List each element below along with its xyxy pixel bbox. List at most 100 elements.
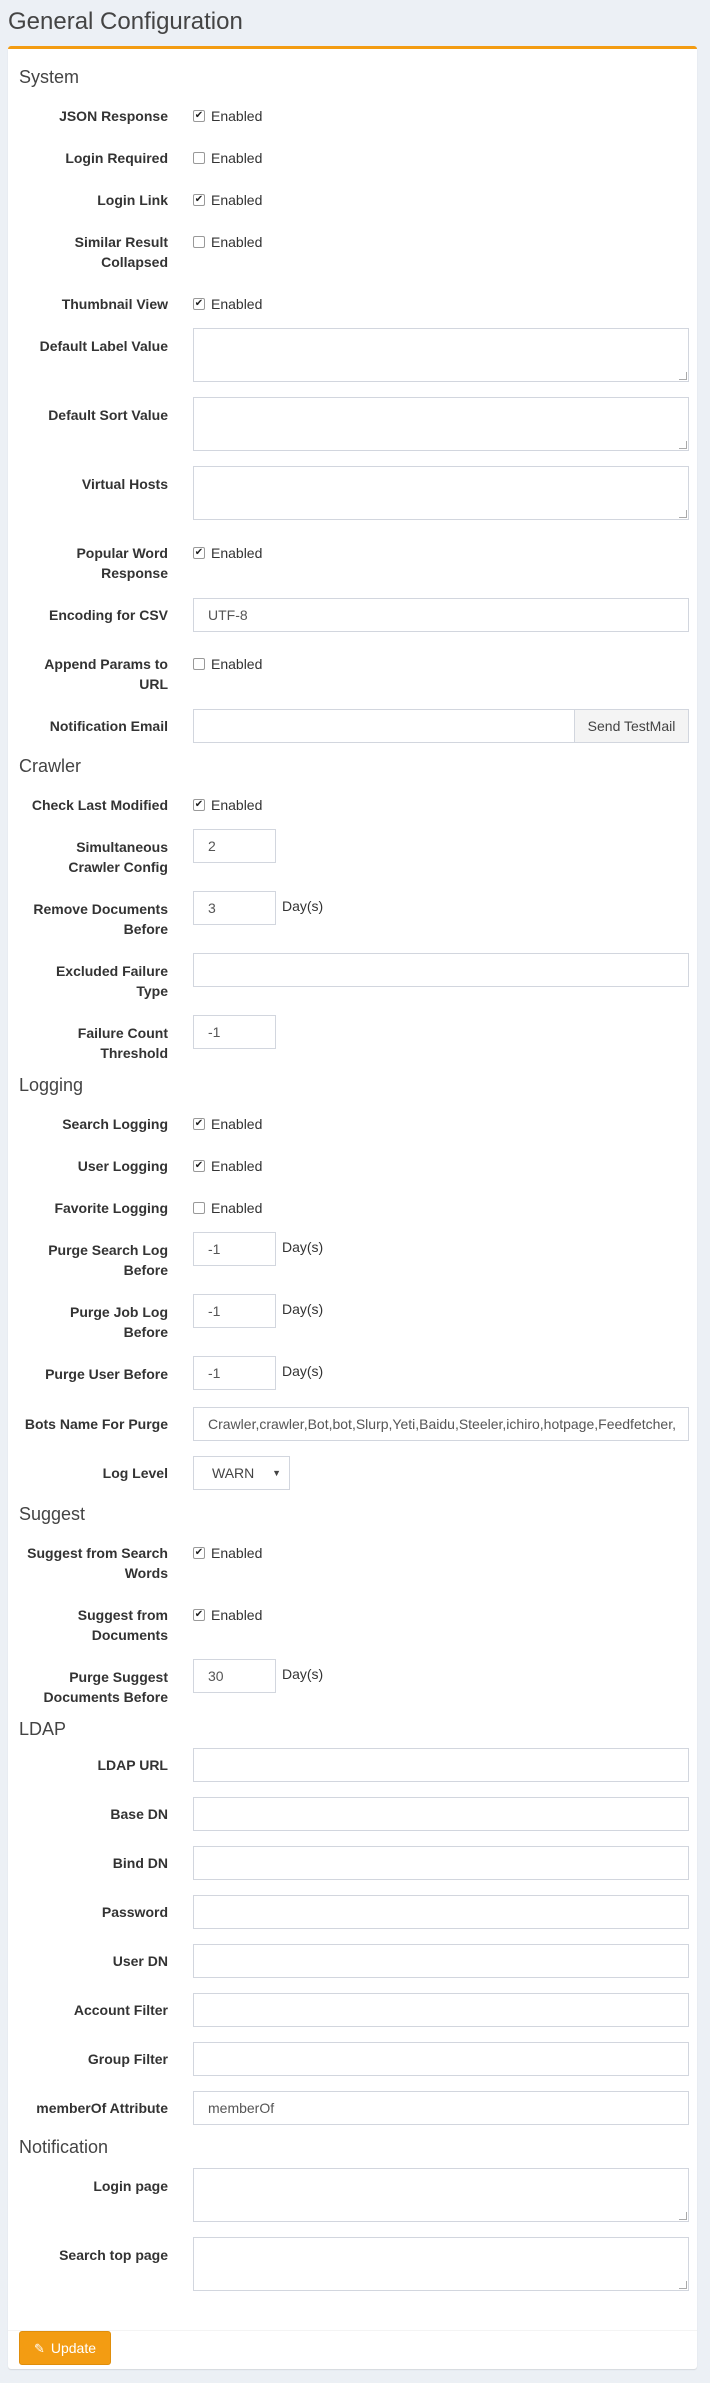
similar-result-checkbox[interactable]: [193, 236, 205, 249]
search-top-page-label: Search top page: [59, 2247, 168, 2263]
base-dn-input[interactable]: [193, 1797, 689, 1831]
thumbnail-view-control[interactable]: ✔ Enabled: [193, 294, 262, 314]
suggest-search-words-text: Enabled: [211, 1545, 263, 1561]
favorite-logging-label: Favorite Logging: [54, 1200, 168, 1216]
search-logging-text: Enabled: [211, 1116, 263, 1132]
encoding-csv-input[interactable]: UTF-8: [193, 598, 689, 632]
append-params-label-line1: Append Params to: [44, 656, 168, 672]
user-logging-label: User Logging: [77, 1158, 168, 1174]
pencil-icon: ✎: [33, 2341, 45, 2356]
update-button-label: Update: [50, 2340, 97, 2356]
remove-documents-input[interactable]: 3: [193, 891, 276, 925]
excluded-failure-input[interactable]: [193, 953, 689, 987]
log-level-select[interactable]: WARN ▼: [193, 1456, 290, 1490]
virtual-hosts-textarea[interactable]: [193, 466, 689, 520]
login-link-text: Enabled: [211, 192, 263, 208]
append-params-text: Enabled: [211, 656, 263, 672]
login-page-textarea[interactable]: [193, 2168, 689, 2222]
suggest-documents-text: Enabled: [211, 1607, 263, 1623]
simultaneous-config-input[interactable]: 2: [193, 829, 276, 863]
simultaneous-config-label-line1: Simultaneous: [76, 839, 168, 855]
user-logging-text: Enabled: [211, 1158, 263, 1174]
ldap-url-input[interactable]: [193, 1748, 689, 1782]
login-required-checkbox[interactable]: [193, 152, 205, 165]
json-response-text: Enabled: [211, 108, 263, 124]
login-required-control[interactable]: Enabled: [193, 148, 262, 168]
failure-count-input[interactable]: -1: [193, 1015, 276, 1049]
resize-grip-icon[interactable]: [679, 2212, 687, 2220]
group-filter-input[interactable]: [193, 2042, 689, 2076]
purge-suggest-input[interactable]: 30: [193, 1659, 276, 1693]
default-label-label: Default Label Value: [39, 338, 168, 354]
bind-dn-label: Bind DN: [112, 1855, 168, 1871]
login-link-label: Login Link: [97, 192, 168, 208]
member-of-label: memberOf Attribute: [36, 2100, 168, 2116]
json-response-checkbox[interactable]: ✔: [193, 110, 205, 123]
suggest-search-words-checkbox[interactable]: ✔: [193, 1547, 205, 1560]
login-page-label: Login page: [93, 2178, 168, 2194]
suggest-documents-label-line2: Documents: [91, 1627, 168, 1643]
resize-grip-icon[interactable]: [679, 372, 687, 380]
send-testmail-button[interactable]: Send TestMail: [574, 709, 689, 743]
bots-name-input[interactable]: Crawler,crawler,Bot,bot,Slurp,Yeti,Baidu…: [193, 1407, 689, 1441]
update-button[interactable]: ✎ Update: [19, 2331, 111, 2365]
password-input[interactable]: [193, 1895, 689, 1929]
section-title-ldap: LDAP: [19, 1719, 67, 1739]
login-link-checkbox[interactable]: ✔: [193, 194, 205, 207]
check-last-modified-checkbox[interactable]: ✔: [193, 799, 205, 812]
default-sort-textarea[interactable]: [193, 397, 689, 451]
purge-search-log-label-line1: Purge Search Log: [48, 1242, 168, 1258]
search-logging-control[interactable]: ✔ Enabled: [193, 1114, 262, 1134]
suggest-search-words-label: Suggest from Search Words: [8, 1543, 168, 1583]
favorite-logging-checkbox[interactable]: [193, 1202, 205, 1215]
suggest-documents-checkbox[interactable]: ✔: [193, 1609, 205, 1622]
popular-word-label-line2: Response: [101, 565, 168, 581]
append-params-control[interactable]: Enabled: [193, 654, 262, 674]
login-link-control[interactable]: ✔ Enabled: [193, 190, 262, 210]
resize-grip-icon[interactable]: [679, 441, 687, 449]
purge-search-log-input[interactable]: -1: [193, 1232, 276, 1266]
thumbnail-view-label: Thumbnail View: [61, 296, 168, 312]
purge-user-input[interactable]: -1: [193, 1356, 276, 1390]
login-required-text: Enabled: [211, 150, 263, 166]
section-title-suggest: Suggest: [19, 1504, 86, 1524]
append-params-label-line2: URL: [139, 676, 168, 692]
popular-word-checkbox[interactable]: ✔: [193, 547, 205, 560]
default-label-textarea[interactable]: [193, 328, 689, 382]
favorite-logging-control[interactable]: Enabled: [193, 1198, 262, 1218]
failure-count-label-line1: Failure Count: [77, 1025, 168, 1041]
suggest-documents-label: Suggest from Documents: [8, 1605, 168, 1645]
purge-search-log-label: Purge Search Log Before: [8, 1240, 168, 1280]
log-level-value: WARN: [212, 1465, 255, 1481]
purge-search-log-suffix: Day(s): [282, 1239, 324, 1255]
section-title-crawler: Crawler: [19, 756, 82, 776]
resize-grip-icon[interactable]: [679, 2281, 687, 2289]
member-of-input[interactable]: memberOf: [193, 2091, 689, 2125]
purge-job-log-input[interactable]: -1: [193, 1294, 276, 1328]
thumbnail-view-checkbox[interactable]: ✔: [193, 298, 205, 311]
suggest-documents-control[interactable]: ✔ Enabled: [193, 1605, 262, 1625]
json-response-label: JSON Response: [59, 108, 168, 124]
json-response-control[interactable]: ✔ Enabled: [193, 106, 262, 126]
similar-result-control[interactable]: Enabled: [193, 232, 262, 252]
search-top-page-textarea[interactable]: [193, 2237, 689, 2291]
user-logging-checkbox[interactable]: ✔: [193, 1160, 205, 1173]
account-filter-label: Account Filter: [73, 2002, 168, 2018]
popular-word-control[interactable]: ✔ Enabled: [193, 543, 262, 563]
similar-result-label-line1: Similar Result: [74, 234, 168, 250]
remove-documents-label-line1: Remove Documents: [33, 901, 168, 917]
append-params-checkbox[interactable]: [193, 658, 205, 671]
check-last-modified-control[interactable]: ✔ Enabled: [193, 795, 262, 815]
ldap-url-label: LDAP URL: [97, 1757, 168, 1773]
remove-documents-label: Remove Documents Before: [8, 899, 168, 939]
suggest-search-words-control[interactable]: ✔ Enabled: [193, 1543, 262, 1563]
user-logging-control[interactable]: ✔ Enabled: [193, 1156, 262, 1176]
user-dn-input[interactable]: [193, 1944, 689, 1978]
notification-email-input[interactable]: [193, 709, 575, 743]
resize-grip-icon[interactable]: [679, 510, 687, 518]
account-filter-input[interactable]: [193, 1993, 689, 2027]
search-logging-checkbox[interactable]: ✔: [193, 1118, 205, 1131]
purge-suggest-label-line1: Purge Suggest: [69, 1669, 168, 1685]
purge-user-suffix: Day(s): [282, 1363, 324, 1379]
bind-dn-input[interactable]: [193, 1846, 689, 1880]
